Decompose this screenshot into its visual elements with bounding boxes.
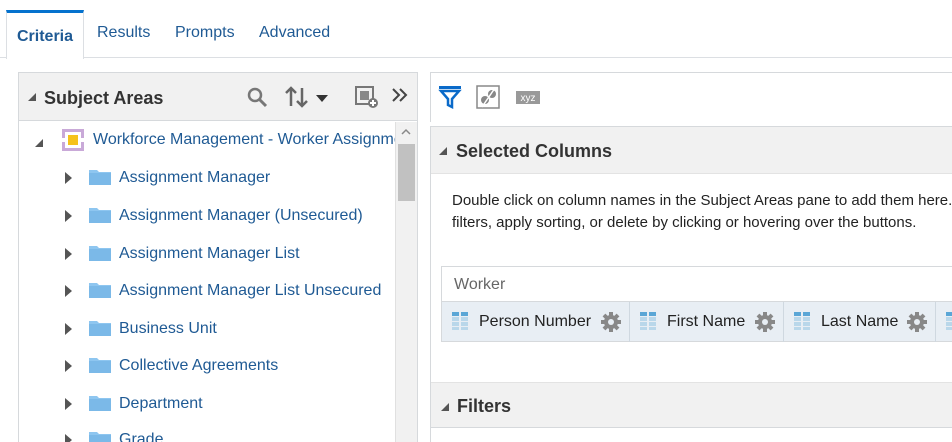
tab-results[interactable]: Results (97, 24, 150, 42)
filters-title: Filters (457, 396, 512, 416)
selected-columns-title: Selected Columns (456, 141, 613, 161)
expand-arrow-icon[interactable] (65, 285, 72, 297)
tree-scrollbar[interactable] (395, 122, 417, 442)
tree-item-folder[interactable]: Assignment Manager (Unsecured) (19, 198, 395, 234)
folder-icon (89, 358, 111, 373)
tree-item-folder[interactable]: Assignment Manager List (19, 236, 395, 272)
tree-item-folder[interactable]: Assignment Manager (19, 160, 395, 196)
column-chip-row: Person Number First Name Last Name (442, 301, 952, 342)
folder-icon (89, 432, 111, 442)
folder-icon (89, 208, 111, 223)
tree-item-label: Grade (119, 431, 164, 442)
xyz-label: xyz (521, 93, 536, 104)
tree-item-folder[interactable]: Grade (19, 422, 395, 442)
expand-arrow-icon[interactable] (65, 210, 72, 222)
tree-root-label: Workforce Management - Worker Assignment (93, 131, 395, 148)
description-line-2: filters, apply sorting, or delete by cli… (452, 214, 917, 231)
column-chip-first-name[interactable]: First Name (630, 302, 784, 342)
expand-root-icon[interactable] (35, 139, 43, 147)
collapse-subject-areas-icon[interactable] (28, 93, 36, 101)
chevron-down-icon[interactable] (315, 85, 329, 109)
subject-areas-panel: Subject Areas Workforce Management - Wor… (18, 72, 418, 442)
column-chip-person-number[interactable]: Person Number (442, 302, 630, 342)
tree-item-label: Assignment Manager (119, 169, 271, 186)
column-icon (452, 312, 468, 330)
scrollbar-thumb[interactable] (398, 144, 415, 201)
folder-icon (89, 321, 111, 336)
folder-icon (89, 283, 111, 298)
tab-bar: Criteria Results Prompts Advanced (0, 0, 952, 59)
selected-columns-box: Worker Person Number First Name Last Nam… (441, 266, 952, 342)
folder-icon (89, 170, 111, 185)
selected-columns-header: Selected Columns (431, 126, 952, 174)
gear-icon[interactable] (906, 311, 928, 333)
folder-icon (89, 396, 111, 411)
tree-item-label: Business Unit (119, 320, 217, 337)
tab-criteria[interactable]: Criteria (6, 10, 85, 59)
tree-item-label: Collective Agreements (119, 357, 279, 374)
tree-item-folder[interactable]: Collective Agreements (19, 348, 395, 384)
expand-arrow-icon[interactable] (65, 398, 72, 410)
collapse-filters-icon[interactable] (441, 403, 449, 411)
tab-advanced[interactable]: Advanced (259, 24, 330, 42)
expand-arrow-icon[interactable] (65, 172, 72, 184)
tree-item-folder[interactable]: Assignment Manager List Unsecured (19, 273, 395, 309)
subject-areas-title: Subject Areas (44, 88, 164, 108)
filter-icon[interactable] (438, 85, 462, 109)
column-properties-icon[interactable] (476, 85, 500, 109)
column-name: First Name (667, 313, 746, 330)
expand-arrow-icon[interactable] (65, 434, 72, 442)
analysis-editor: Criteria Results Prompts Advanced Subjec… (0, 0, 952, 442)
tree-root-item[interactable]: Workforce Management - Worker Assignment (19, 122, 395, 158)
scroll-up-icon[interactable] (401, 127, 411, 137)
tree-item-label: Department (119, 395, 203, 412)
column-name: Last Name (821, 313, 899, 330)
expand-arrow-icon[interactable] (65, 248, 72, 260)
subject-areas-header: Subject Areas (19, 73, 417, 121)
tree-item-label: Assignment Manager List (119, 245, 300, 262)
expand-arrow-icon[interactable] (65, 323, 72, 335)
subject-areas-tree: Workforce Management - Worker Assignment… (19, 122, 395, 442)
collapse-pane-icon[interactable] (391, 85, 409, 109)
column-name: Person Number (479, 313, 592, 330)
column-chip-last-name[interactable]: Last Name (784, 302, 936, 342)
selected-columns-description: Double click on column names in the Subj… (452, 190, 952, 234)
sort-icon[interactable] (285, 85, 309, 109)
tree-item-label: Assignment Manager List Unsecured (119, 282, 382, 299)
tab-prompts[interactable]: Prompts (175, 24, 235, 42)
column-icon (640, 312, 656, 330)
subject-area-icon (62, 129, 84, 151)
column-chip-partial[interactable] (936, 302, 952, 342)
expand-arrow-icon[interactable] (65, 360, 72, 372)
tab-criteria-label: Criteria (17, 28, 74, 45)
filters-header: Filters (431, 382, 952, 428)
column-icon (794, 312, 810, 330)
xyz-icon[interactable]: xyz (515, 85, 541, 109)
search-icon[interactable] (247, 85, 269, 109)
criteria-toolbar: xyz (430, 72, 952, 122)
column-group-label: Worker (454, 276, 506, 293)
gear-icon[interactable] (600, 311, 622, 333)
description-line-1: Double click on column names in the Subj… (452, 192, 952, 209)
selected-columns-panel: Selected Columns Double click on column … (430, 126, 952, 442)
collapse-selected-columns-icon[interactable] (439, 147, 447, 155)
tree-item-folder[interactable]: Department (19, 386, 395, 422)
tree-item-folder[interactable]: Business Unit (19, 311, 395, 347)
gear-icon[interactable] (754, 311, 776, 333)
folder-icon (89, 246, 111, 261)
column-icon (946, 312, 952, 330)
tree-item-label: Assignment Manager (Unsecured) (119, 207, 363, 224)
add-subject-area-icon[interactable] (355, 85, 379, 109)
